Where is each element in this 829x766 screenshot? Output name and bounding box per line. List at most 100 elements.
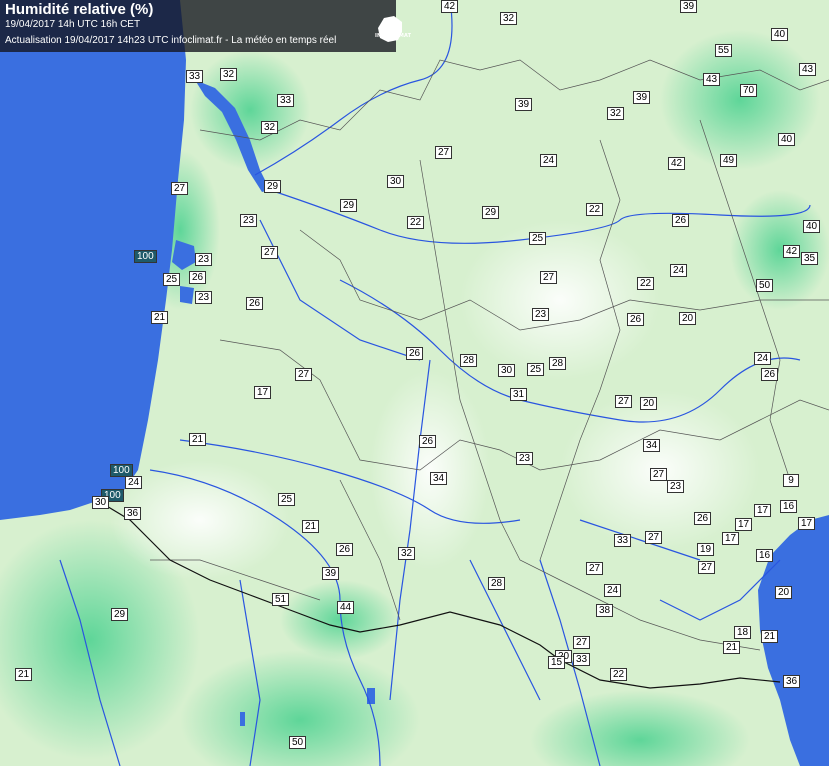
station-humidity-label: 20 [679,312,697,325]
station-humidity-label: 40 [803,220,821,233]
logo-text: INFOCLIMAT [375,33,412,39]
station-humidity-label: 38 [596,604,614,617]
station-humidity-label: 55 [715,44,733,57]
map-timestamp: 19/04/2017 14h UTC 16h CET [5,19,141,30]
station-humidity-label: 26 [406,347,424,360]
station-humidity-label: 23 [667,480,685,493]
station-humidity-label: 39 [515,98,533,111]
station-humidity-label: 33 [186,70,204,83]
station-humidity-label: 42 [668,157,686,170]
station-humidity-label: 33 [277,94,295,107]
station-humidity-label: 27 [645,531,663,544]
station-humidity-label: 16 [756,549,774,562]
station-humidity-label: 32 [261,121,279,134]
station-humidity-label: 26 [189,271,207,284]
station-humidity-label: 27 [171,182,189,195]
station-humidity-label: 50 [289,736,307,749]
station-humidity-label: 32 [398,547,416,560]
station-humidity-label: 27 [586,562,604,575]
station-humidity-label: 39 [322,567,340,580]
station-humidity-label: 36 [783,675,801,688]
station-humidity-label: 33 [573,653,591,666]
map-title: Humidité relative (%) [5,1,154,18]
station-humidity-label: 24 [604,584,622,597]
infoclimat-logo: INFOCLIMAT [372,16,412,48]
station-humidity-label: 24 [754,352,772,365]
station-humidity-label: 26 [336,543,354,556]
station-humidity-label: 32 [500,12,518,25]
station-humidity-label: 21 [151,311,169,324]
station-humidity-label: 36 [124,507,142,520]
station-humidity-label: 28 [549,357,567,370]
station-humidity-label: 24 [670,264,688,277]
station-humidity-label: 70 [740,84,758,97]
station-humidity-label: 19 [697,543,715,556]
station-humidity-label: 15 [548,656,566,669]
station-humidity-label: 25 [163,273,181,286]
station-humidity-label: 50 [756,279,774,292]
station-humidity-label: 21 [761,630,779,643]
station-humidity-label: 21 [15,668,33,681]
station-humidity-label: 33 [614,534,632,547]
station-humidity-label: 43 [799,63,817,76]
station-humidity-label: 29 [482,206,500,219]
station-humidity-label: 49 [720,154,738,167]
station-humidity-label: 17 [798,517,816,530]
station-humidity-label: 22 [637,277,655,290]
station-humidity-label: 22 [610,668,628,681]
station-humidity-label: 23 [195,253,213,266]
station-humidity-label: 28 [460,354,478,367]
station-humidity-label: 32 [220,68,238,81]
station-humidity-label: 40 [771,28,789,41]
station-humidity-label: 34 [430,472,448,485]
station-humidity-label: 25 [527,363,545,376]
station-humidity-label: 28 [488,577,506,590]
station-humidity-label: 23 [195,291,213,304]
station-humidity-label: 20 [640,397,658,410]
station-humidity-label: 39 [633,91,651,104]
station-humidity-label: 24 [540,154,558,167]
station-humidity-label: 42 [441,0,459,13]
station-humidity-label: 30 [92,496,110,509]
station-humidity-label: 34 [643,439,661,452]
station-humidity-label: 35 [801,252,819,265]
station-humidity-label: 100 [134,250,157,263]
station-humidity-label: 21 [189,433,207,446]
station-humidity-label: 17 [722,532,740,545]
station-humidity-label: 26 [627,313,645,326]
station-humidity-label: 30 [387,175,405,188]
station-humidity-label: 27 [615,395,633,408]
station-humidity-label: 43 [703,73,721,86]
station-humidity-label: 32 [607,107,625,120]
station-humidity-label: 26 [761,368,779,381]
station-humidity-label: 17 [254,386,272,399]
station-humidity-label: 22 [407,216,425,229]
station-humidity-label: 30 [498,364,516,377]
station-humidity-label: 16 [780,500,798,513]
station-humidity-label: 9 [783,474,799,487]
station-humidity-label: 39 [680,0,698,13]
station-humidity-label: 24 [125,476,143,489]
map-header: Humidité relative (%) 19/04/2017 14h UTC… [0,0,396,52]
station-humidity-label: 29 [340,199,358,212]
station-humidity-label: 17 [735,518,753,531]
station-humidity-label: 21 [723,641,741,654]
station-humidity-label: 27 [698,561,716,574]
station-humidity-label: 27 [573,636,591,649]
station-humidity-label: 23 [240,214,258,227]
station-humidity-label: 27 [435,146,453,159]
station-humidity-label: 23 [516,452,534,465]
station-humidity-label: 27 [261,246,279,259]
station-humidity-label: 27 [650,468,668,481]
map-update-info: Actualisation 19/04/2017 14h23 UTC infoc… [5,35,337,46]
station-humidity-label: 51 [272,593,290,606]
station-humidity-label: 21 [302,520,320,533]
station-humidity-label: 18 [734,626,752,639]
station-humidity-label: 26 [672,214,690,227]
station-humidity-label: 27 [540,271,558,284]
station-humidity-label: 23 [532,308,550,321]
station-humidity-label: 27 [295,368,313,381]
station-humidity-label: 26 [246,297,264,310]
station-humidity-label: 44 [337,601,355,614]
station-humidity-label: 42 [783,245,801,258]
